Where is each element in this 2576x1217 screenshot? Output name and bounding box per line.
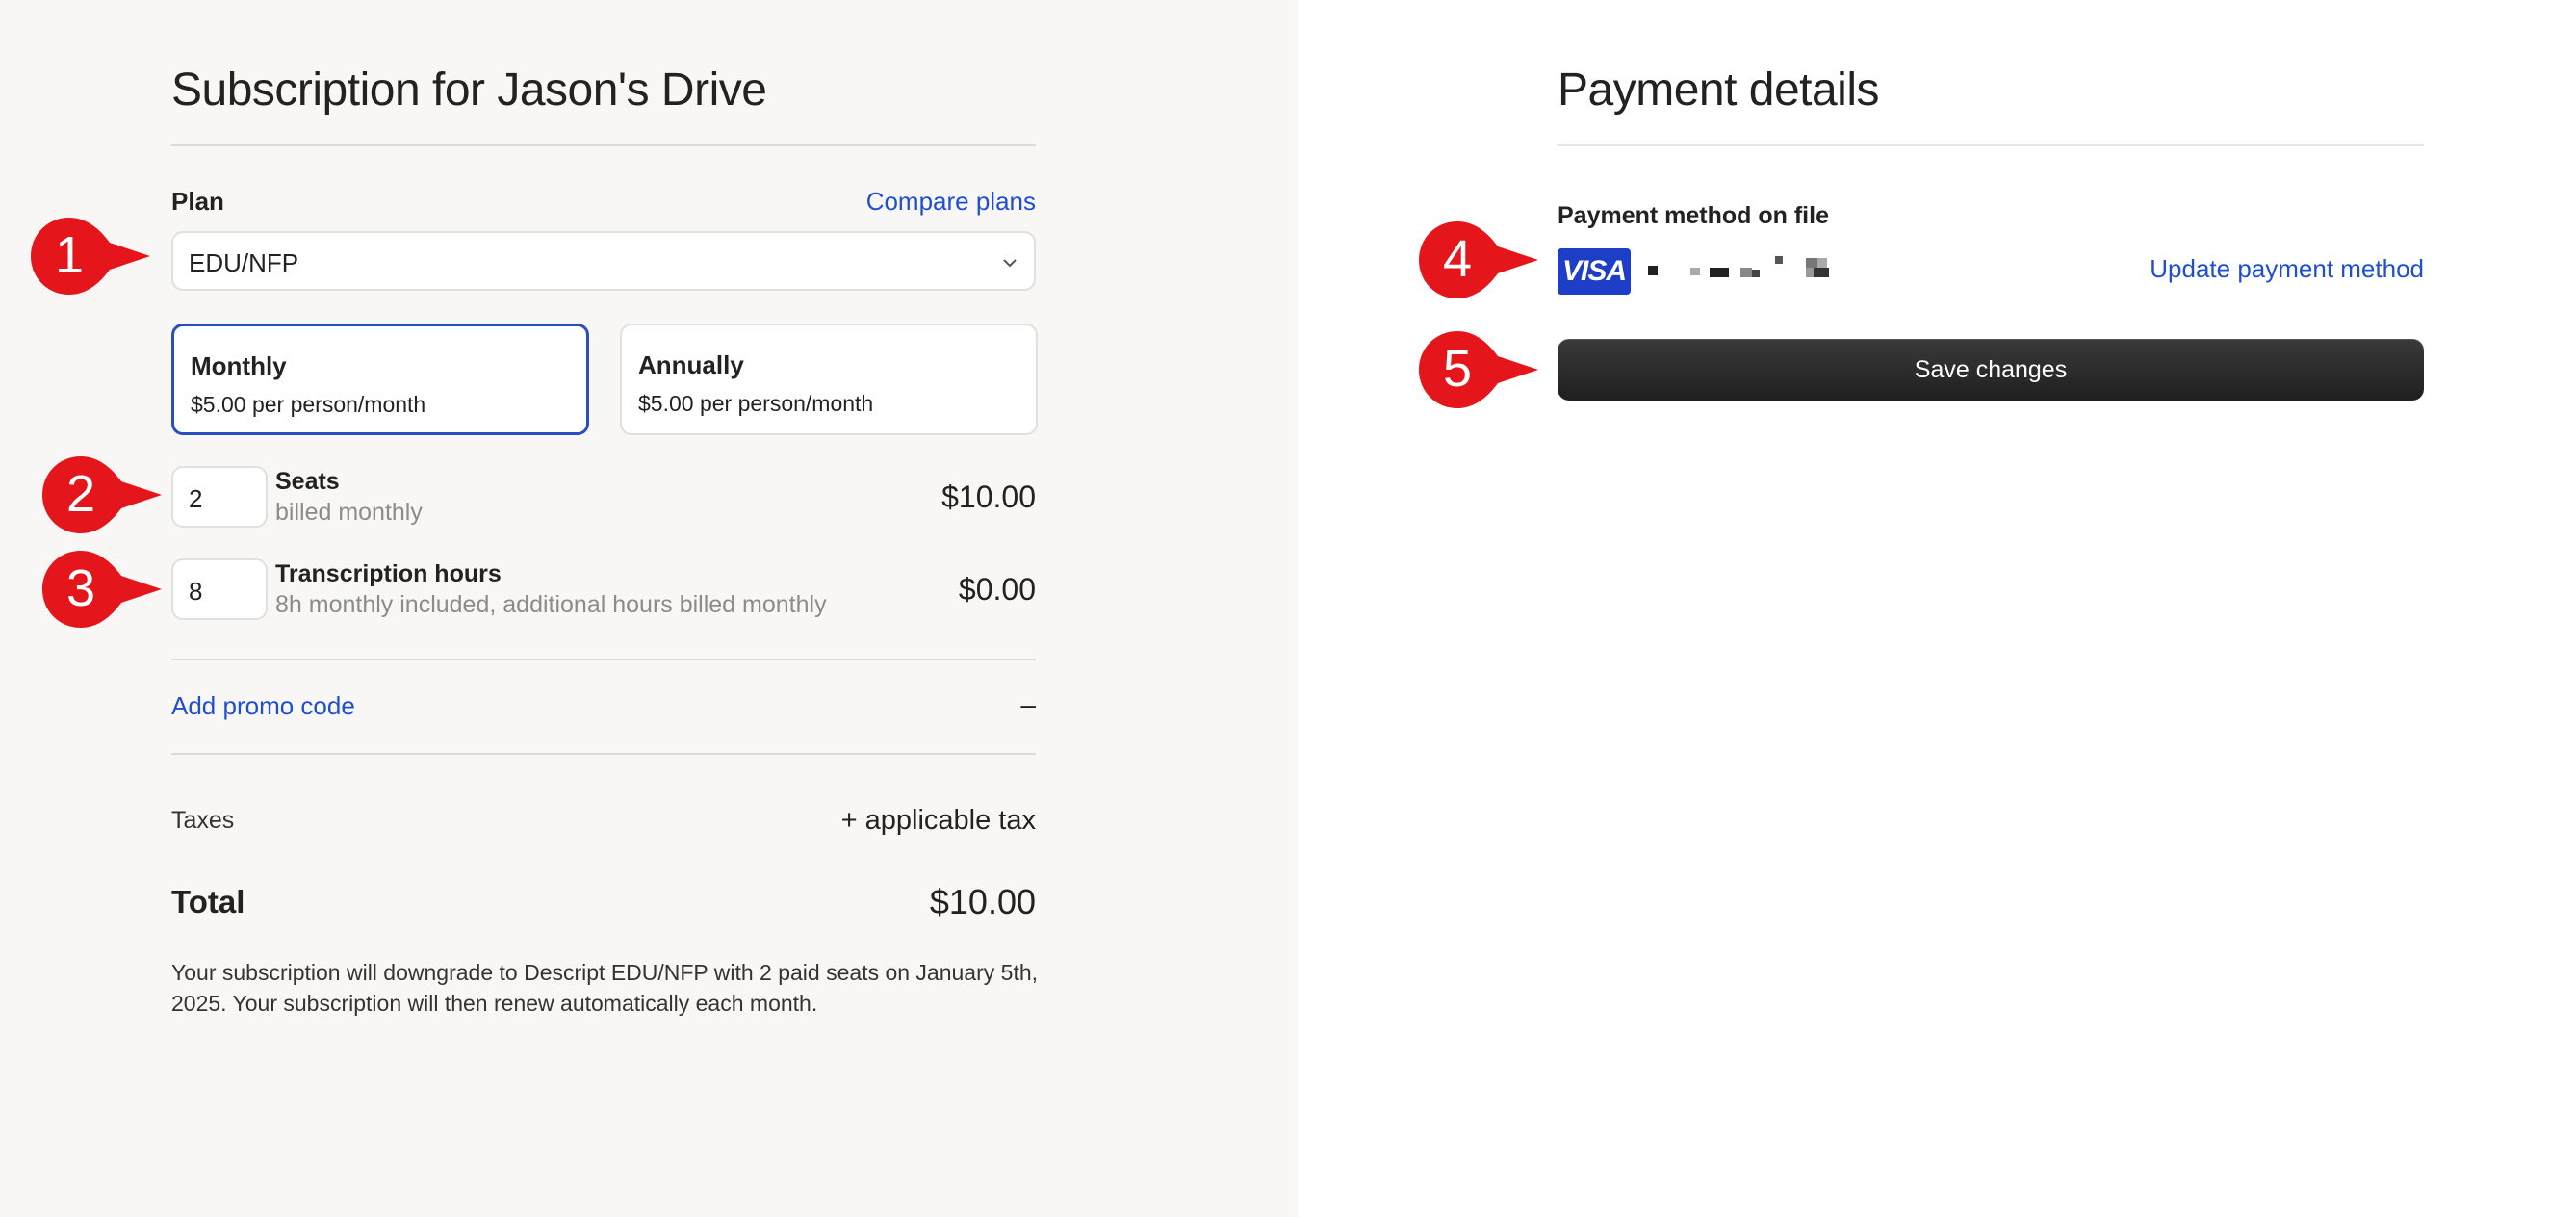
page-title: Subscription for Jason's Drive <box>171 65 767 116</box>
annotation-marker-1: 1 <box>29 216 154 297</box>
annotation-marker-3: 3 <box>40 549 166 630</box>
transcription-input-value: 8 <box>189 577 203 606</box>
update-payment-method-link[interactable]: Update payment method <box>2150 254 2424 284</box>
taxes-label: Taxes <box>171 807 235 834</box>
subscription-panel: Subscription for Jason's Drive Plan Comp… <box>0 0 1298 1217</box>
billing-option-name: Monthly <box>191 351 287 380</box>
add-promo-code-link[interactable]: Add promo code <box>171 691 355 721</box>
marker-number: 4 <box>1442 230 1473 288</box>
marker-number: 3 <box>65 559 96 617</box>
billing-option-monthly[interactable]: Monthly $5.00 per person/month <box>171 324 589 435</box>
plan-select[interactable]: EDU/NFP <box>171 231 1036 291</box>
payment-panel <box>1298 0 2576 1217</box>
total-label: Total <box>171 884 245 919</box>
transcription-title: Transcription hours <box>275 560 502 587</box>
chevron-down-icon <box>1003 259 1017 268</box>
marker-number: 5 <box>1442 340 1473 398</box>
taxes-value: + applicable tax <box>840 805 1036 836</box>
seats-subtitle: billed monthly <box>275 499 423 526</box>
masked-card-number <box>1648 256 1829 277</box>
transcription-hours-input[interactable]: 8 <box>171 558 268 620</box>
transcription-subtitle: 8h monthly included, additional hours bi… <box>275 591 827 618</box>
promo-value: – <box>1020 689 1036 719</box>
seats-input-value: 2 <box>189 484 203 513</box>
seats-title: Seats <box>275 468 340 495</box>
annotation-marker-2: 2 <box>40 454 166 535</box>
marker-number: 1 <box>54 226 85 284</box>
visa-card-icon: VISA <box>1558 248 1631 295</box>
payment-title-divider <box>1558 144 2424 146</box>
transcription-price: $0.00 <box>958 572 1036 607</box>
promo-divider-bottom <box>171 753 1036 755</box>
billing-option-price: $5.00 per person/month <box>638 391 874 416</box>
billing-option-name: Annually <box>638 350 744 379</box>
plan-select-value: EDU/NFP <box>189 248 299 277</box>
compare-plans-link[interactable]: Compare plans <box>866 187 1036 217</box>
total-value: $10.00 <box>929 882 1036 921</box>
billing-option-price: $5.00 per person/month <box>191 392 426 417</box>
billing-option-annually[interactable]: Annually $5.00 per person/month <box>620 324 1038 435</box>
annotation-marker-4: 4 <box>1417 220 1542 300</box>
promo-divider-top <box>171 659 1036 660</box>
save-changes-button[interactable]: Save changes <box>1558 339 2424 401</box>
title-divider <box>171 144 1036 146</box>
payment-method-label: Payment method on file <box>1558 202 1829 229</box>
seats-input[interactable]: 2 <box>171 466 268 528</box>
subscription-note: Your subscription will downgrade to Desc… <box>171 960 1039 1016</box>
plan-label: Plan <box>171 187 224 216</box>
payment-title: Payment details <box>1558 65 1880 116</box>
seats-price: $10.00 <box>941 479 1036 514</box>
marker-number: 2 <box>65 465 96 523</box>
annotation-marker-5: 5 <box>1417 329 1542 410</box>
